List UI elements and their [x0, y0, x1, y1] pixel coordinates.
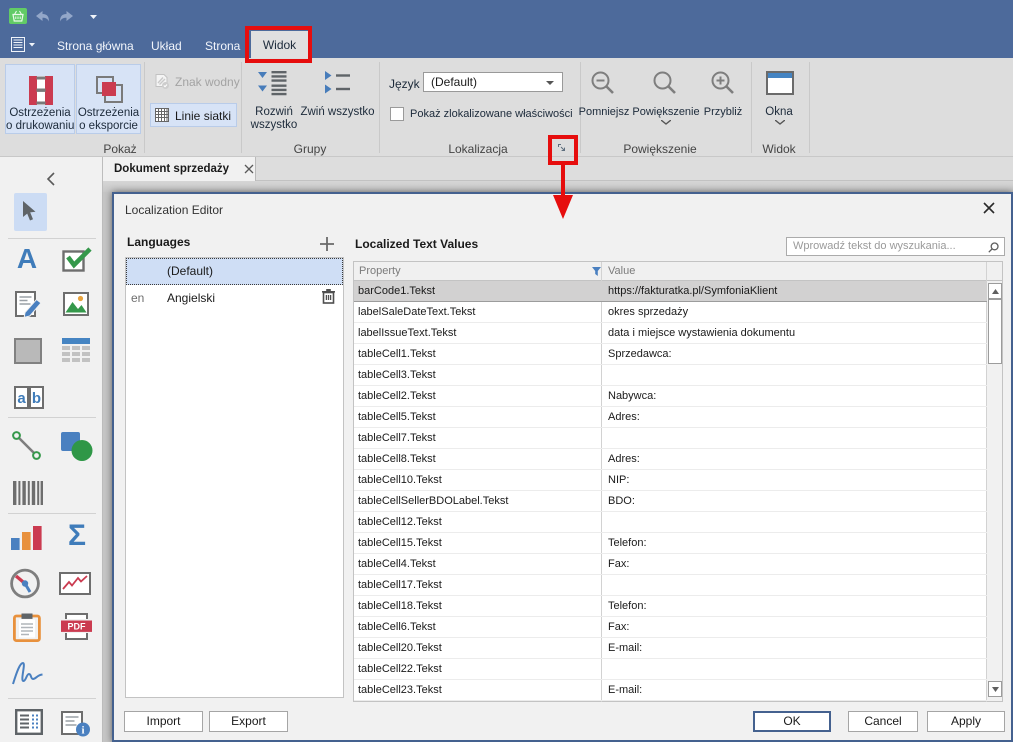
- svg-text:b: b: [32, 390, 41, 407]
- svg-text:i: i: [81, 725, 84, 737]
- svg-text:PDF: PDF: [68, 622, 87, 632]
- svg-text:a: a: [17, 390, 26, 407]
